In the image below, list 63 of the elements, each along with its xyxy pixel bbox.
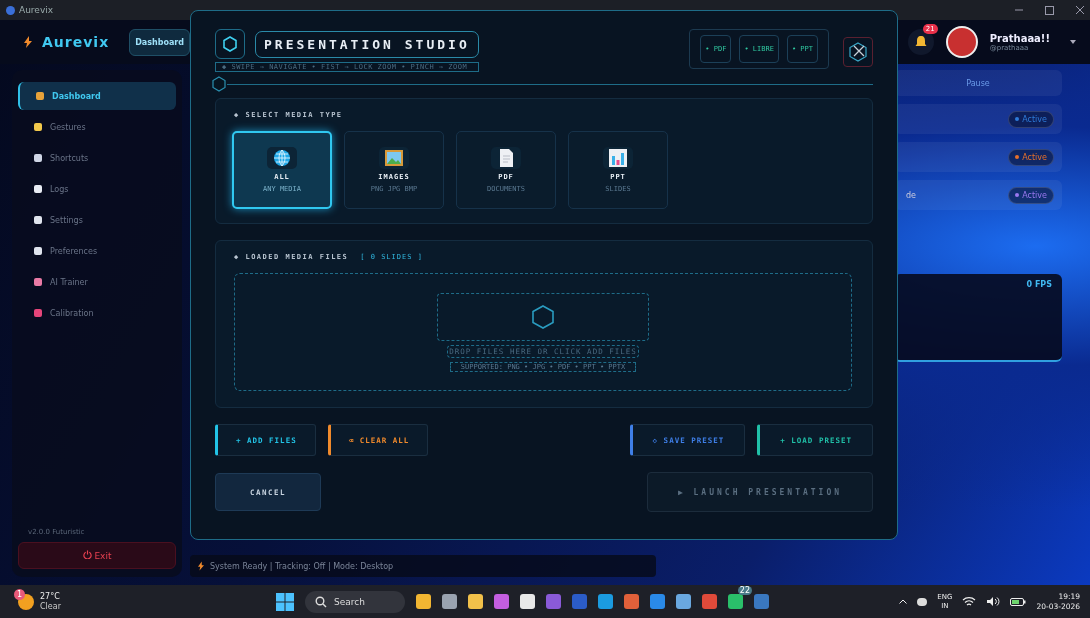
restore-icon[interactable] — [1045, 5, 1054, 15]
modal-title: PRESENTATION STUDIO — [255, 30, 479, 58]
search-field[interactable]: Search — [305, 590, 405, 613]
dashboard-tab[interactable]: Dashboard — [129, 28, 190, 56]
close-icon — [847, 41, 869, 63]
lightning-icon — [24, 36, 32, 48]
windows-start-icon[interactable] — [276, 592, 294, 611]
taskbar-app-icon[interactable] — [676, 594, 691, 609]
sidebar-item[interactable]: Settings — [18, 206, 176, 234]
taskbar-app-icon[interactable] — [442, 594, 457, 609]
weather-badge: 1 — [14, 588, 25, 600]
lightning-icon — [198, 561, 204, 571]
status-pill: Active — [1008, 186, 1054, 204]
status-pill: Active — [1008, 110, 1054, 128]
sidebar-item[interactable]: Shortcuts — [18, 144, 176, 172]
bar-chart-icon — [608, 148, 628, 168]
weather-condition: Clear — [40, 601, 61, 612]
sidebar-item[interactable]: AI Trainer — [18, 268, 176, 296]
app-icon — [6, 5, 15, 15]
sidebar-item[interactable]: Dashboard — [18, 82, 176, 110]
taskbar-app-icon[interactable] — [624, 594, 639, 609]
user-name: Prathaaa!! — [989, 32, 1050, 44]
window-title: Aurevix — [19, 5, 54, 15]
taskbar-app-icon[interactable] — [416, 594, 431, 609]
close-button[interactable] — [843, 37, 873, 67]
bell-icon — [913, 35, 928, 49]
globe-icon — [272, 148, 292, 168]
taskbar-app-icon[interactable] — [702, 594, 717, 609]
status-text: System Ready | Tracking: Off | Mode: Desktop — [210, 561, 394, 571]
mode-label: de — [906, 190, 916, 200]
sidebar-item[interactable]: Preferences — [18, 237, 176, 265]
pause-label: Pause — [966, 78, 990, 88]
sidebar-item[interactable]: Gestures — [18, 113, 176, 141]
notification-button[interactable] — [907, 29, 934, 55]
taskbar-app-icon[interactable] — [468, 594, 483, 609]
close-icon[interactable] — [1076, 5, 1084, 14]
hexagon-icon — [532, 304, 554, 329]
taskbar-app-icon[interactable] — [546, 594, 561, 609]
caret-icon[interactable] — [1070, 40, 1076, 44]
fps-value: 0 FPS — [1026, 280, 1052, 291]
temperature: 27°C — [40, 591, 61, 602]
avatar[interactable] — [945, 26, 978, 58]
chevron-icon[interactable] — [899, 599, 908, 604]
sidebar-item[interactable]: Logs — [18, 175, 176, 203]
app-badge: 22 — [737, 586, 752, 595]
power-icon — [82, 550, 92, 559]
hexagon-icon — [211, 76, 227, 92]
status-pill: Active — [1008, 148, 1054, 166]
search-icon — [315, 595, 327, 608]
sidebar-item[interactable]: Calibration — [18, 299, 176, 327]
taskbar-app-icon[interactable] — [650, 594, 665, 609]
taskbar-app-icon[interactable] — [728, 594, 743, 609]
taskbar-app-icon[interactable] — [754, 594, 769, 609]
wifi-icon[interactable] — [962, 596, 977, 607]
exit-button[interactable]: Exit — [18, 542, 176, 569]
taskbar-app-icon[interactable] — [520, 594, 535, 609]
taskbar-app-icon[interactable] — [572, 594, 587, 609]
picture-icon — [384, 148, 404, 168]
speaker-icon[interactable] — [986, 596, 1001, 607]
taskbar-app-icon[interactable] — [494, 594, 509, 609]
taskbar-app-icon[interactable] — [598, 594, 613, 609]
app-logo: Aurevix — [42, 34, 110, 50]
battery-icon[interactable] — [1010, 596, 1027, 607]
